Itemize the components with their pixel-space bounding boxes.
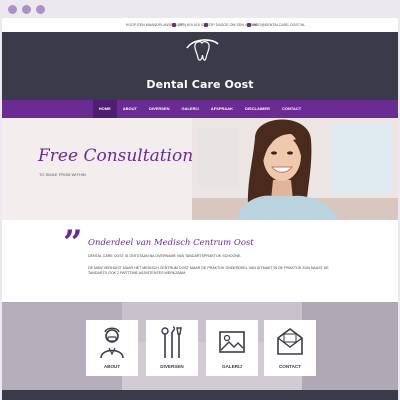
service-card-label: DIVERSEN (160, 364, 184, 369)
smiling-woman-image (237, 119, 339, 220)
site-logo-text[interactable]: Dental Care Oost (2, 78, 398, 91)
hero-title: Free Consultation (38, 146, 194, 166)
services-section: ABOUT DIVERSEN GALERIJ CONTACT (2, 302, 398, 390)
about-section: ” Onderdeel van Medisch Centrum Oost DEN… (2, 220, 398, 302)
about-paragraph: DE MAW VERHUIST MAAR HET MEDISCH CENTRUM… (88, 266, 329, 276)
quote-mark-icon: ” (63, 223, 83, 263)
service-card-label: ABOUT (103, 364, 121, 369)
nav-item-galerij[interactable]: GALERIJ (175, 100, 204, 118)
nav-item-disclaimer[interactable]: DISCLAIMER (239, 100, 276, 118)
window-dot-icon[interactable] (8, 5, 17, 14)
email-text: INFO@DENTALCARE-OOST.NL (252, 23, 306, 27)
gallery-icon (219, 331, 245, 353)
nav-item-afspraak[interactable]: AFSPRAAK (205, 100, 239, 118)
service-card-label: GALERIJ (222, 364, 242, 369)
service-card-galerij[interactable]: GALERIJ (206, 320, 258, 376)
nav-item-diversen[interactable]: DIVERSEN (143, 100, 175, 118)
site-header: Dental Care Oost (2, 32, 398, 100)
site-footer (2, 390, 398, 400)
window-chrome (0, 0, 400, 18)
browser-window: KOOP EEN MAANDPLANSING OP (075) 619 015 … (0, 0, 400, 400)
nav-item-contact[interactable]: CONTACT (276, 100, 307, 118)
window-dot-icon[interactable] (22, 5, 31, 14)
hero-banner: Free Consultation TO SMILE FROM WITHIN (2, 118, 398, 220)
tooth-logo-icon[interactable] (184, 36, 220, 66)
main-navigation: HOME ABOUT DIVERSEN GALERIJ AFSPRAAK DIS… (2, 100, 398, 118)
email-info[interactable]: INFO@DENTALCARE-OOST.NL (247, 23, 305, 27)
service-cards: ABOUT DIVERSEN GALERIJ CONTACT (2, 320, 398, 376)
top-info-bar: KOOP EEN MAANDPLANSING OP (075) 619 015 … (2, 18, 398, 32)
service-card-about[interactable]: ABOUT (86, 320, 138, 376)
mail-icon (247, 23, 251, 27)
about-paragraph: DENTAL CARE OOST IS ONTSTAAN NA OVERNAME… (88, 254, 242, 258)
service-card-diversen[interactable]: DIVERSEN (146, 320, 198, 376)
service-card-contact[interactable]: CONTACT (264, 320, 316, 376)
nav-item-home[interactable]: HOME (92, 100, 117, 118)
nav-item-about[interactable]: ABOUT (117, 100, 143, 118)
hero-subtitle: TO SMILE FROM WITHIN (39, 172, 86, 177)
web-page: KOOP EEN MAANDPLANSING OP (075) 619 015 … (2, 18, 398, 400)
envelope-icon (277, 328, 303, 355)
dentist-icon (100, 327, 124, 359)
about-title: Onderdeel van Medisch Centrum Oost (88, 238, 254, 248)
phone-icon (172, 23, 176, 27)
clock-icon (204, 23, 208, 27)
dental-tools-icon (161, 326, 182, 358)
window-dot-icon[interactable] (36, 5, 45, 14)
service-card-label: CONTACT (278, 364, 302, 369)
